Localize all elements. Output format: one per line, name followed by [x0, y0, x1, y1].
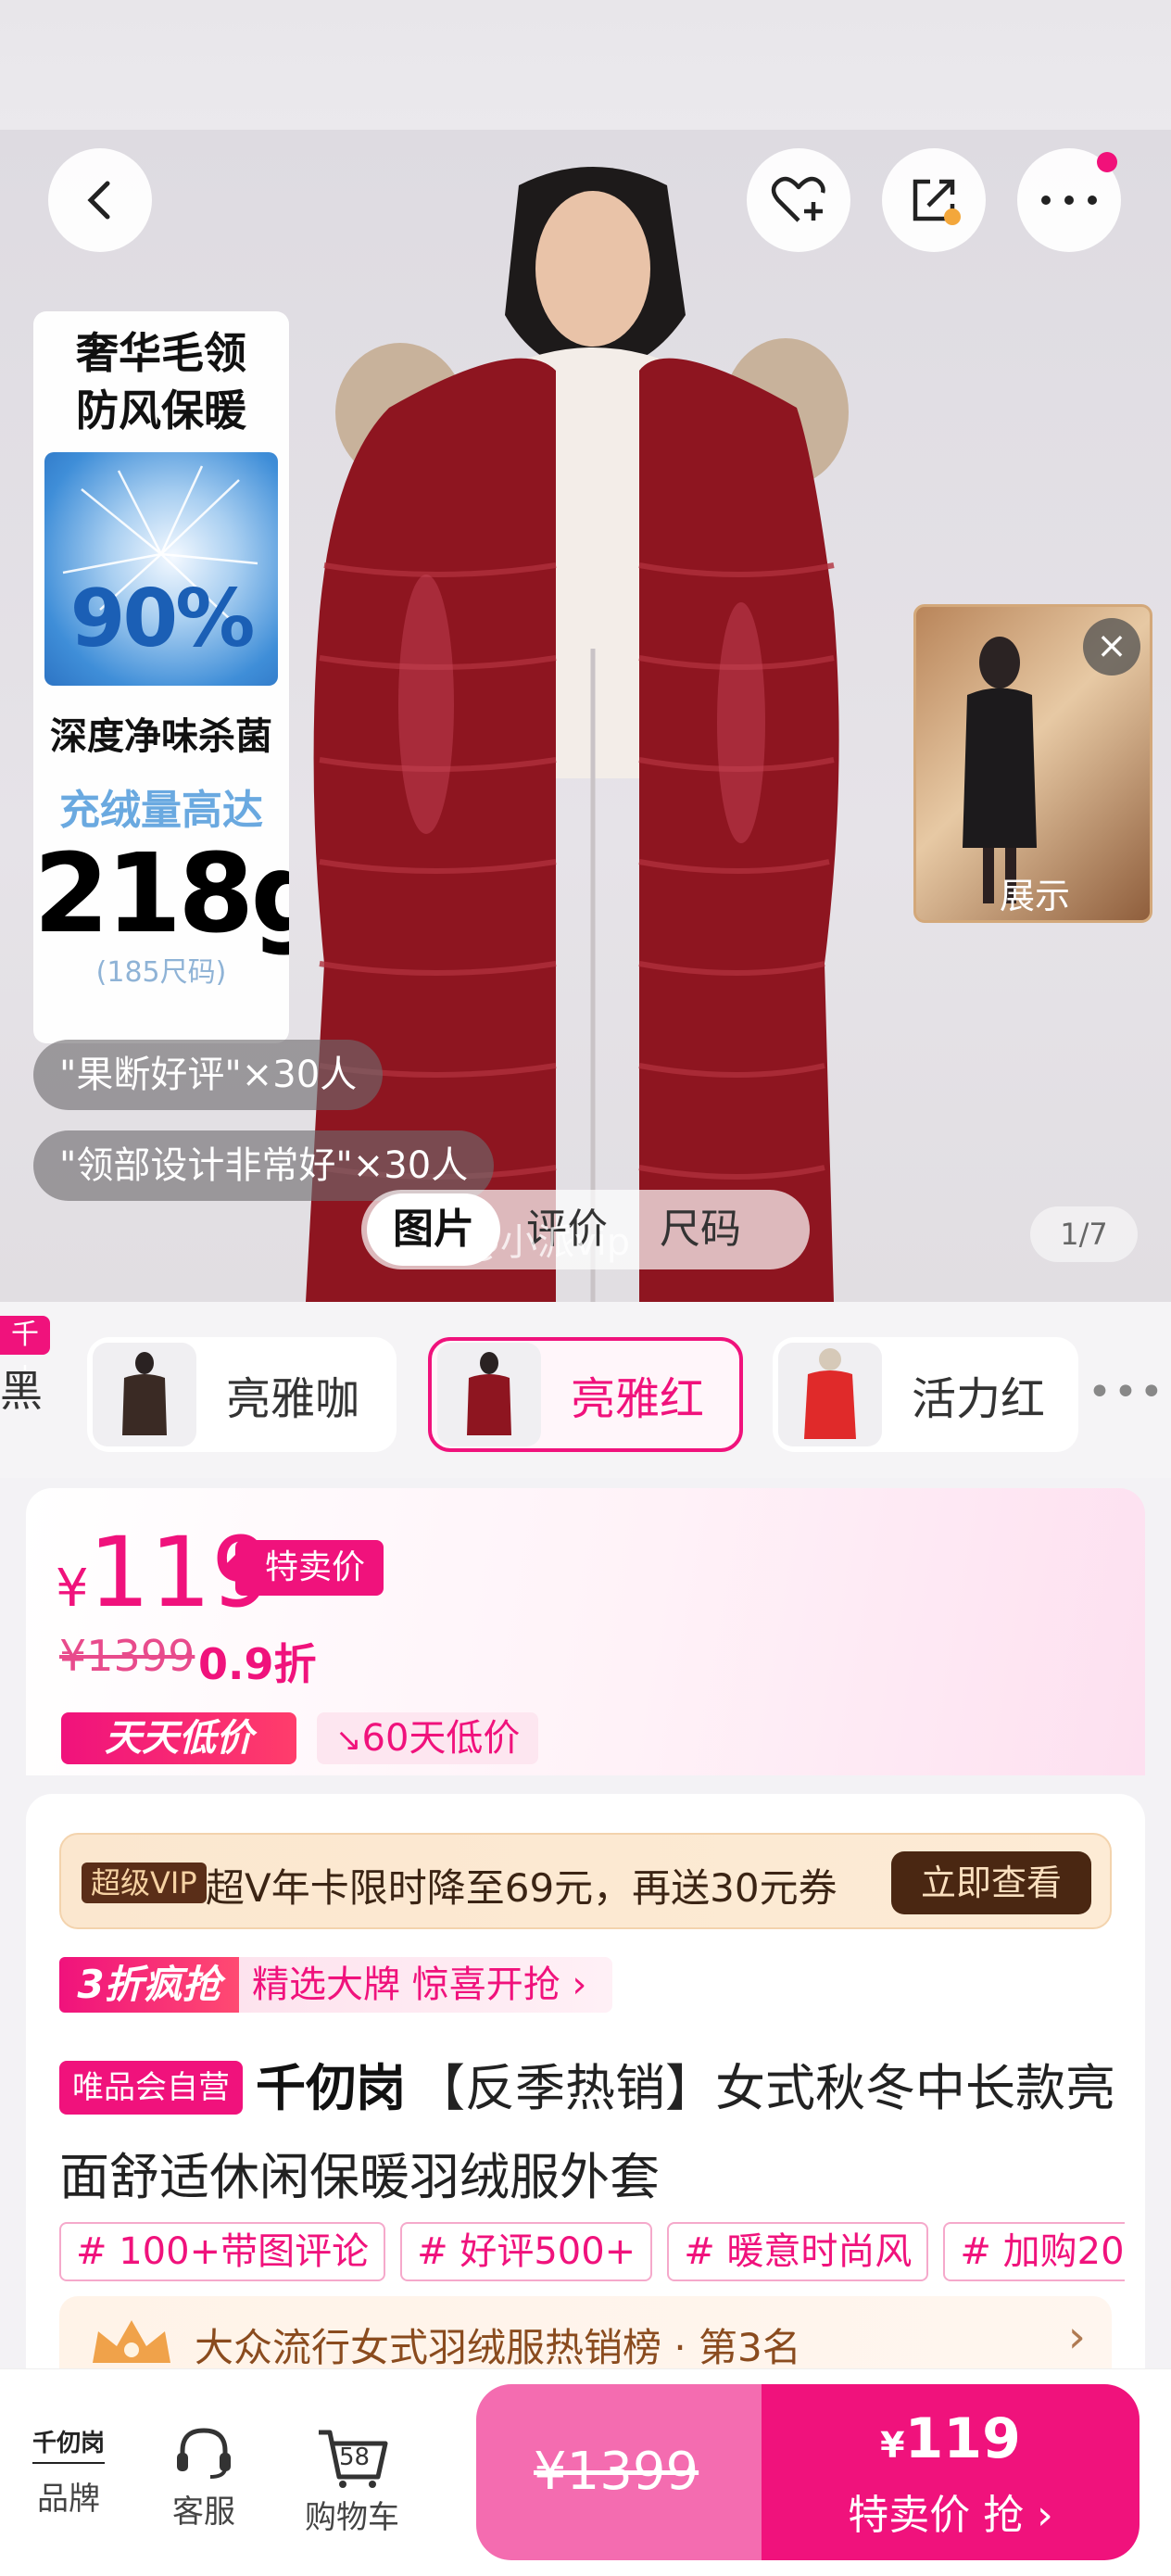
vip-promo-bar[interactable]: 超级VIP 超V年卡限时降至69元，再送30元券 立即查看: [59, 1833, 1112, 1929]
hashtag-item[interactable]: # 加购200: [943, 2222, 1125, 2281]
promo-line3: 深度净味杀菌: [50, 715, 272, 758]
swatch-thumbnail: [93, 1343, 196, 1446]
cart-count: 58: [339, 2443, 371, 2471]
product-info-card: 超级VIP 超V年卡限时降至69元，再送30元券 立即查看 3折疯抢 精选大牌 …: [26, 1794, 1145, 2389]
buy-currency: ¥: [880, 2425, 905, 2466]
color-swatch-row: 千+ 黑 亮雅咖 亮雅红 活力红 •••: [0, 1302, 1171, 1478]
promo-line4: 充绒量高达: [59, 787, 263, 834]
hashtag-item[interactable]: # 好评500+: [400, 2222, 653, 2281]
low-price-days-badge: ↘60天低价: [317, 1712, 539, 1764]
service-label: 客服: [172, 2494, 235, 2531]
vip-promo-text: 超V年卡限时降至69元，再送30元券: [206, 1865, 837, 1911]
review-pill: "果断好评"×30人: [33, 1040, 384, 1110]
brand-logo: 千仞岗: [31, 2425, 105, 2464]
watermark: @小派vip: [463, 1221, 631, 1264]
discount-rate: 0.9折: [198, 1639, 317, 1689]
customer-service-button[interactable]: 客服: [148, 2425, 259, 2532]
share-button[interactable]: [882, 148, 986, 252]
original-price-button[interactable]: ¥1399: [476, 2384, 763, 2560]
promo-line2: 防风保暖: [76, 385, 246, 436]
crown-icon: [93, 2320, 170, 2363]
close-icon[interactable]: ×: [1083, 618, 1140, 676]
bottom-original-price: ¥1399: [534, 2442, 699, 2502]
trend-down-icon: ↘: [335, 1722, 362, 1759]
cart-label: 购物车: [305, 2499, 399, 2536]
buy-label: 特卖价 抢 ›: [848, 2492, 1053, 2539]
promo-percent: 90%: [69, 573, 256, 665]
promo-weight: 218g: [33, 829, 289, 957]
hashtag-item[interactable]: # 100+带图评论: [59, 2222, 386, 2281]
buy-price: ¥119: [762, 2408, 1140, 2476]
hashtag-item[interactable]: # 暖意时尚风: [667, 2222, 929, 2281]
chevron-right-icon: ›: [1067, 2311, 1086, 2363]
video-preview[interactable]: × 展示: [913, 604, 1152, 923]
currency-symbol: ¥: [56, 1559, 89, 1619]
vip-view-button[interactable]: 立即查看: [891, 1851, 1091, 1914]
original-price: ¥1399: [59, 1631, 195, 1681]
buy-now-button[interactable]: ¥119 特卖价 抢 ›: [762, 2384, 1140, 2560]
brand-label: 品牌: [37, 2481, 100, 2518]
special-price-tag: 特卖价: [221, 1540, 384, 1596]
tab-size[interactable]: 尺码: [634, 1193, 767, 1266]
partial-swatch-tag: 千+: [0, 1316, 50, 1390]
cart-icon: 58: [315, 2425, 389, 2490]
days-badge-label: 60天低价: [361, 1717, 521, 1760]
hashtag-list: # 100+带图评论# 好评500+# 暖意时尚风# 加购200: [59, 2222, 1125, 2285]
swatch-item-selected[interactable]: 亮雅红: [428, 1337, 743, 1452]
status-bar: [0, 0, 1171, 130]
daily-low-price-badge: 天天低价: [61, 1712, 296, 1764]
price-section: ¥119 特卖价 ¥1399 0.9折 天天低价 ↘60天低价: [26, 1488, 1145, 1775]
promo-line1: 奢华毛领: [76, 328, 246, 378]
flash-sale-link[interactable]: 精选大牌 惊喜开抢 ›: [239, 1957, 613, 2013]
vip-badge: 超级VIP: [82, 1863, 207, 1903]
video-label: 展示: [1000, 876, 1071, 916]
partial-swatch-name[interactable]: 黑: [0, 1357, 43, 1419]
favorite-add-icon: [771, 176, 825, 222]
cart-button[interactable]: 58 购物车: [296, 2425, 408, 2537]
swatch-item[interactable]: 亮雅咖: [87, 1337, 397, 1452]
swatch-thumbnail: [778, 1343, 882, 1446]
self-operated-badge: 唯品会自营: [59, 2061, 243, 2115]
brand-name[interactable]: 千仞岗: [256, 2059, 406, 2117]
back-button[interactable]: [48, 148, 152, 252]
swatch-thumbnail: [437, 1343, 541, 1446]
page-indicator: 1/7: [1030, 1206, 1138, 1262]
promo-ice-image: 90%: [44, 452, 278, 686]
favorite-button[interactable]: [747, 148, 850, 252]
brand-nav-button[interactable]: 千仞岗 品牌: [13, 2425, 124, 2519]
product-image-gallery[interactable]: 奢华毛领 防风保暖 90% 深度净味杀菌 充绒量高达 218g (185尺码) …: [0, 130, 1171, 1302]
swatch-item[interactable]: 活力红: [773, 1337, 1078, 1452]
swatch-name: 活力红: [912, 1373, 1046, 1425]
headset-icon: [177, 2428, 231, 2479]
buy-price-value: 119: [904, 2406, 1021, 2471]
back-icon: [87, 181, 110, 220]
more-swatches-icon[interactable]: •••: [1088, 1369, 1165, 1416]
ranking-text: 大众流行女式羽绒服热销榜 · 第3名: [195, 2325, 801, 2370]
bottom-action-bar: 千仞岗 品牌 客服 58 购物车 ¥1399 ¥119 特卖价 抢 ›: [0, 2368, 1171, 2576]
swatch-name: 亮雅红: [571, 1373, 705, 1425]
share-icon: [913, 179, 961, 225]
promo-feature-card: 奢华毛领 防风保暖 90% 深度净味杀菌 充绒量高达 218g (185尺码): [33, 311, 289, 1043]
product-title: 唯品会自营 千仞岗 【反季热销】女式秋冬中长款亮面舒适休闲保暖羽绒服外套: [59, 2044, 1125, 2222]
swatch-name: 亮雅咖: [226, 1373, 360, 1425]
notification-dot: [1097, 152, 1117, 172]
more-icon: [1041, 196, 1097, 205]
flash-sale-tag[interactable]: 3折疯抢: [59, 1957, 239, 2013]
